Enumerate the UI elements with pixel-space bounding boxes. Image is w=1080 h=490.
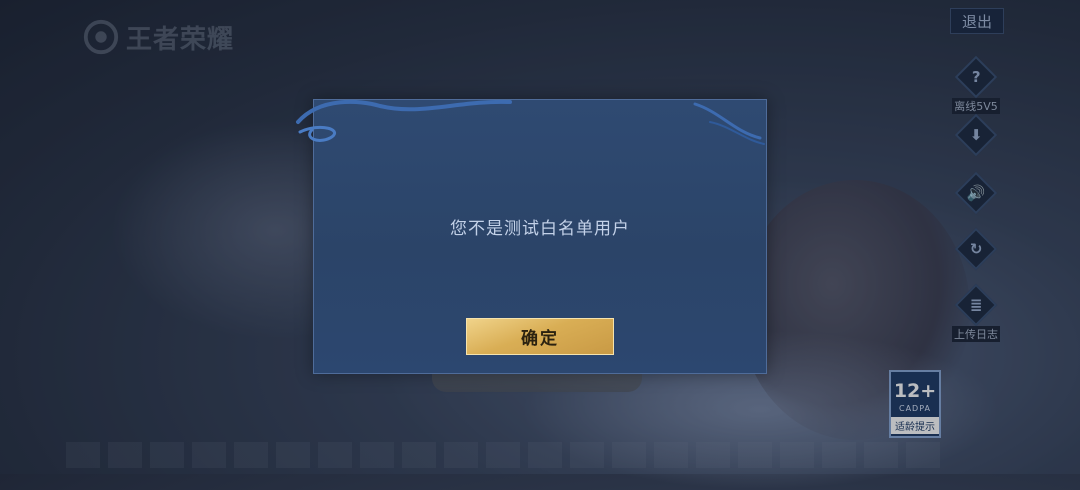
dialog-ornament-icon — [296, 99, 765, 145]
confirm-button[interactable]: 确定 — [466, 318, 614, 355]
dialog-message: 您不是测试白名单用户 — [450, 219, 630, 239]
